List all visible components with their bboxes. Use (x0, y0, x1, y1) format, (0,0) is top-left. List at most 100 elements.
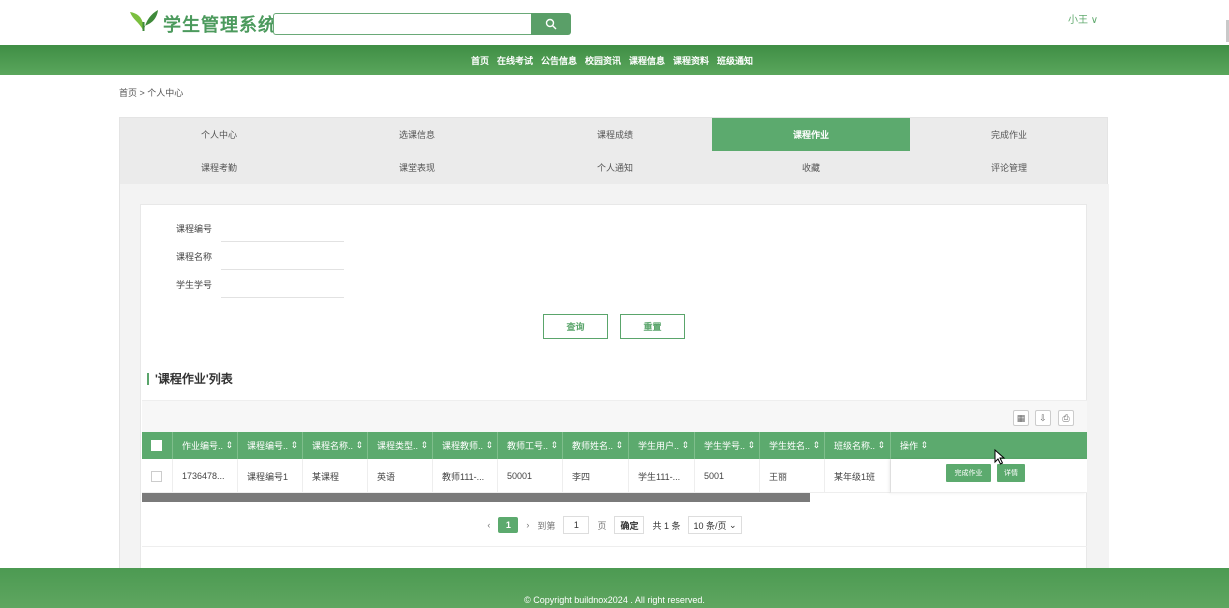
cell-teacher: 教师111-... (433, 459, 498, 493)
cell-teacher-no: 50001 (498, 459, 563, 493)
nav-item-campus-news[interactable]: 校园资讯 (585, 54, 621, 67)
print-icon[interactable]: ⎙ (1058, 410, 1074, 426)
nav-item-online-exam[interactable]: 在线考试 (497, 54, 533, 67)
course-code-label: 课程编号 (176, 224, 213, 234)
next-page-icon[interactable]: › (526, 520, 529, 530)
cell-class-name: 某年级1班 (825, 459, 891, 493)
col-course-type[interactable]: 课程类型.. ⇕ (368, 432, 433, 459)
detail-button[interactable]: 详情 (997, 464, 1025, 482)
cell-homework-no: 1736478... (173, 459, 238, 493)
brand-title: 学生管理系统 (163, 15, 277, 35)
col-label: 教师工号.. (507, 441, 549, 451)
nav-item-course-info[interactable]: 课程信息 (629, 54, 665, 67)
sort-icon: ⇕ (420, 440, 429, 450)
sort-icon: ⇕ (877, 440, 886, 450)
search-button[interactable] (531, 13, 571, 35)
course-name-filter: 课程名称 (176, 242, 346, 270)
main-nav: 首页 在线考试 公告信息 校园资讯 课程信息 课程资料 班级通知 (0, 45, 1229, 75)
col-label: 课程类型.. (377, 441, 419, 451)
list-title: '课程作业'列表 (147, 373, 233, 385)
col-label: 操作 (900, 441, 919, 451)
tab-personal-notices[interactable]: 个人通知 (516, 151, 714, 184)
prev-page-icon[interactable]: ‹ (487, 520, 490, 530)
reset-button[interactable]: 重置 (620, 314, 685, 339)
chevron-down-icon: ⌄ (729, 519, 737, 530)
leaf-logo-icon (130, 10, 158, 31)
col-course-name[interactable]: 课程名称.. ⇕ (303, 432, 368, 459)
sort-icon: ⇕ (550, 440, 559, 450)
cell-student-no: 5001 (695, 459, 760, 493)
col-course-code[interactable]: 课程编号.. ⇕ (238, 432, 303, 459)
mouse-cursor-icon (994, 449, 1006, 465)
col-label: 学生用户.. (638, 441, 680, 451)
col-label: 课程教师.. (442, 441, 484, 451)
goto-confirm-button[interactable]: 确定 (614, 516, 645, 534)
nav-item-home[interactable]: 首页 (471, 54, 489, 67)
search-input[interactable] (273, 13, 531, 35)
sort-icon: ⇕ (812, 440, 821, 450)
cell-course-type: 英语 (368, 459, 433, 493)
current-page[interactable]: 1 (498, 517, 519, 533)
query-button[interactable]: 查询 (543, 314, 608, 339)
sort-icon: ⇕ (747, 440, 756, 450)
col-student-no[interactable]: 学生学号.. ⇕ (695, 432, 760, 459)
sort-icon: ⇕ (485, 440, 494, 450)
col-student-user[interactable]: 学生用户.. ⇕ (629, 432, 695, 459)
tab-class-performance[interactable]: 课堂表现 (318, 151, 516, 184)
nav-item-announcements[interactable]: 公告信息 (541, 54, 577, 67)
personal-center-panel: 个人中心 选课信息 课程成绩 课程作业 完成作业 课程考勤 课堂表现 个人通知 … (119, 117, 1109, 569)
copyright: © Copyright buildnox2024 . All right res… (524, 595, 705, 605)
export-icon[interactable]: ⇩ (1035, 410, 1051, 426)
goto-page-input[interactable]: 1 (563, 516, 590, 534)
col-class-name[interactable]: 班级名称.. ⇕ (825, 432, 891, 459)
col-label: 教师姓名.. (572, 441, 614, 451)
homework-list-panel: 课程编号 课程名称 学生学号 查询 重置 '课程作业'列表 ▦ ⇩ ⎙ 作业编号… (140, 204, 1087, 569)
horizontal-scrollbar[interactable] (142, 493, 810, 502)
tab-personal-center[interactable]: 个人中心 (120, 118, 318, 151)
col-student-name[interactable]: 学生姓名.. ⇕ (760, 432, 825, 459)
tab-favorites[interactable]: 收藏 (712, 151, 910, 184)
complete-homework-button[interactable]: 完成作业 (946, 464, 991, 482)
page-unit-label: 页 (597, 520, 607, 531)
nav-item-course-materials[interactable]: 课程资料 (673, 54, 709, 67)
student-no-input[interactable] (221, 297, 344, 298)
tab-bar: 个人中心 选课信息 课程成绩 课程作业 完成作业 课程考勤 课堂表现 个人通知 … (120, 118, 1109, 184)
sort-icon: ⇕ (681, 440, 690, 450)
page-size-value: 10 条/页 (693, 520, 727, 531)
col-teacher-no[interactable]: 教师工号.. ⇕ (498, 432, 563, 459)
cell-actions: 完成作业 详情 (891, 459, 1087, 493)
footer: © Copyright buildnox2024 . All right res… (0, 568, 1229, 608)
table-row: 1736478... 课程编号1 某课程 英语 教师111-... 50001 … (142, 459, 1087, 493)
sort-icon: ⇕ (355, 440, 364, 450)
cell-student-user: 学生111-... (629, 459, 695, 493)
pagination: ‹ 1 › 到第 1 页 确定 共 1 条 10 条/页 ⌄ (142, 511, 1087, 539)
select-all-checkbox[interactable] (151, 440, 162, 451)
breadcrumb: 首页 > 个人中心 (119, 88, 184, 98)
select-all-cell (142, 432, 173, 459)
col-label: 学生姓名.. (769, 441, 811, 451)
tab-course-homework[interactable]: 课程作业 (712, 118, 910, 151)
col-actions[interactable]: 操作 ⇕ (891, 432, 1087, 459)
search-icon (545, 18, 557, 30)
student-no-label: 学生学号 (176, 280, 213, 290)
col-label: 课程名称.. (312, 441, 354, 451)
divider (142, 546, 1087, 547)
tab-course-scores[interactable]: 课程成绩 (516, 118, 714, 151)
col-label: 学生学号.. (704, 441, 746, 451)
column-filter-icon[interactable]: ▦ (1013, 410, 1029, 426)
tab-course-selection[interactable]: 选课信息 (318, 118, 516, 151)
page-size-select[interactable]: 10 条/页 ⌄ (688, 516, 742, 534)
col-label: 课程编号.. (247, 441, 289, 451)
tab-comments[interactable]: 评论管理 (910, 151, 1108, 184)
col-teacher[interactable]: 课程教师.. ⇕ (433, 432, 498, 459)
row-checkbox[interactable] (151, 470, 162, 482)
table-header: 作业编号.. ⇕ 课程编号.. ⇕ 课程名称.. ⇕ 课程类型.. ⇕ 课程教师… (142, 432, 1087, 459)
student-no-filter: 学生学号 (176, 270, 346, 298)
col-homework-no[interactable]: 作业编号.. ⇕ (173, 432, 238, 459)
user-menu[interactable]: 小王 ∨ (1068, 11, 1098, 26)
col-teacher-name[interactable]: 教师姓名.. ⇕ (563, 432, 629, 459)
table-toolbar: ▦ ⇩ ⎙ (142, 400, 1087, 432)
tab-completed-homework[interactable]: 完成作业 (910, 118, 1108, 151)
tab-attendance[interactable]: 课程考勤 (120, 151, 318, 184)
nav-item-class-notices[interactable]: 班级通知 (717, 54, 753, 67)
